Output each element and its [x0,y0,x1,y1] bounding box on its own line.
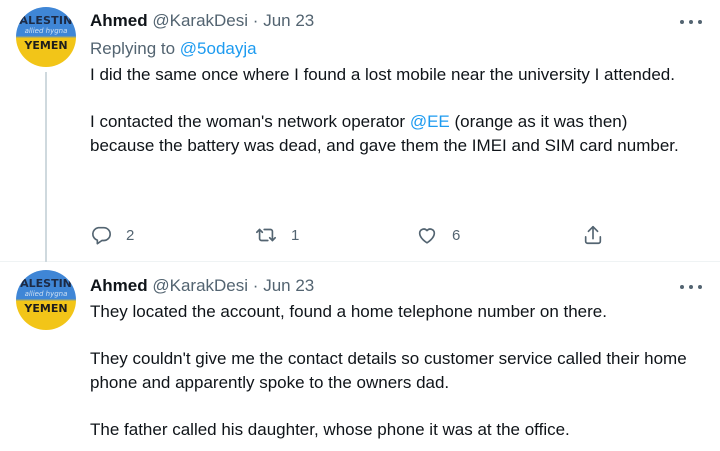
replying-to-line: Replying to @5odayja [90,38,257,60]
tweet-paragraph: I did the same once where I found a lost… [90,65,675,84]
tweet-paragraph: They located the account, found a home t… [90,302,607,321]
retweet-button[interactable]: 1 [255,222,299,248]
tweet-paragraph: The father called his daughter, whose ph… [90,420,570,439]
display-name[interactable]: Ahmed [90,276,148,295]
heart-icon [418,228,436,244]
user-handle[interactable]: @KarakDesi [152,11,248,30]
avatar[interactable]: ALESTIN allied hygna YEMEN [16,270,76,330]
display-name[interactable]: Ahmed [90,11,148,30]
separator-dot: · [252,11,259,30]
avatar-text-bottom: YEMEN [24,302,68,315]
avatar-text-top: ALESTIN [19,14,73,27]
replying-to-mention[interactable]: @5odayja [180,39,257,58]
tweet-actions: 2 1 6 [90,222,610,248]
share-button[interactable] [582,222,604,248]
avatar-text-top: ALESTIN [20,277,72,290]
avatar[interactable]: ALESTIN allied hygna YEMEN [16,7,76,67]
tweet[interactable]: ALESTIN allied hygna YEMEN Ahmed @KarakD… [0,0,720,262]
tweet[interactable]: ALESTIN allied hygna YEMEN Ahmed @KarakD… [0,262,720,451]
more-options-icon[interactable] [680,17,702,27]
like-button[interactable]: 6 [416,222,460,248]
retweet-icon [256,228,276,242]
tweet-date[interactable]: Jun 23 [263,11,314,30]
mention-link[interactable]: @EE [410,112,450,131]
tweet-text: They located the account, found a home t… [90,300,710,442]
tweet-date[interactable]: Jun 23 [263,276,314,295]
avatar-text-middle: allied hygna [24,290,68,298]
avatar-text-middle: allied hygna [24,27,68,35]
more-options-icon[interactable] [680,282,702,292]
share-icon [584,225,602,245]
reply-count: 2 [126,226,135,244]
avatar-text-bottom: YEMEN [24,39,68,52]
tweet-text-segment: I contacted the woman's network operator [90,112,410,131]
replying-to-label: Replying to [90,39,180,58]
like-count: 6 [452,226,461,244]
tweet-header: Ahmed @KarakDesi · Jun 23 [90,275,314,297]
tweet-paragraph: They couldn't give me the contact detail… [90,349,687,392]
reply-button[interactable]: 2 [90,222,134,248]
tweet-header: Ahmed @KarakDesi · Jun 23 [90,10,314,32]
separator-dot: · [252,276,259,295]
user-handle[interactable]: @KarakDesi [152,276,248,295]
reply-icon [92,226,111,245]
thread-connector-line [45,72,47,262]
tweet-paragraph: I contacted the woman's network operator… [90,110,690,158]
retweet-count: 1 [291,226,300,244]
tweet-text: I did the same once where I found a lost… [90,63,690,158]
